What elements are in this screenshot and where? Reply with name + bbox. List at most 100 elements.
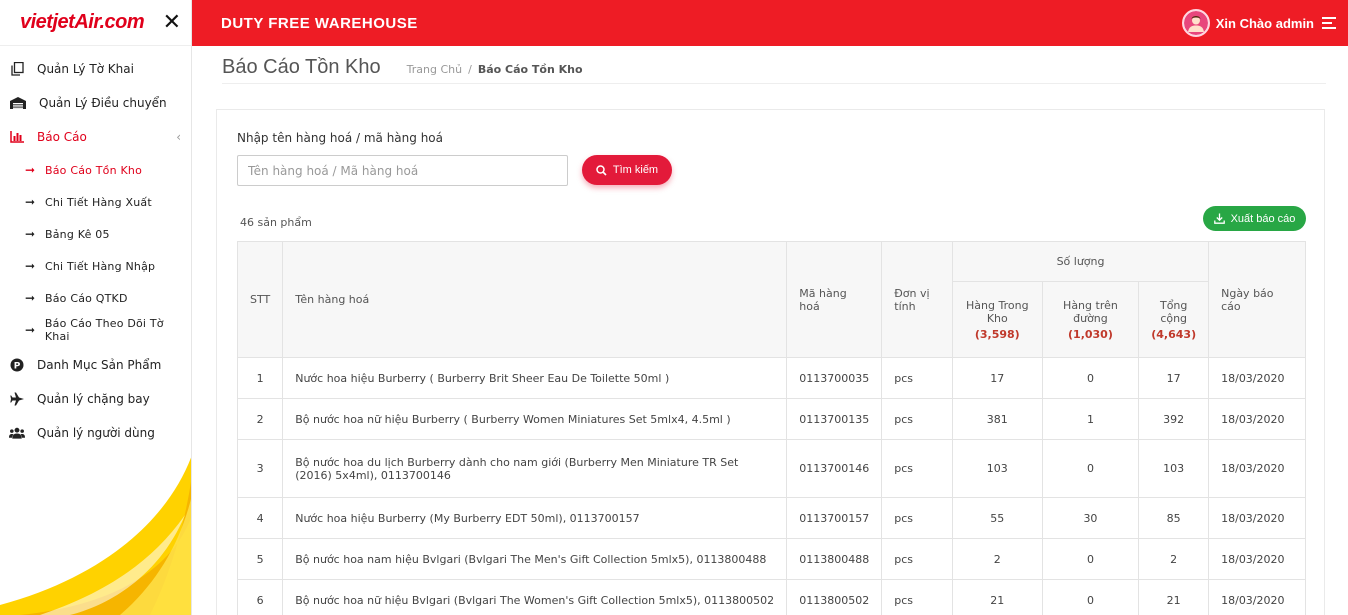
cell-total: 392 <box>1138 398 1210 440</box>
inventory-table: STT Tên hàng hoá Mã hàng hoá Đơn vị tính… <box>236 241 1306 615</box>
header-quantity-group: Số lượng <box>951 241 1210 282</box>
sidebar-item-quan-ly-nguoi-dung[interactable]: Quản lý người dùng <box>0 416 191 450</box>
table-row: 3 Bộ nước hoa du lịch Burberry dành cho … <box>236 439 1306 498</box>
search-input[interactable] <box>237 155 568 186</box>
cell-unit: pcs <box>881 538 953 580</box>
sidebar-subitem-label: Báo Cáo Tồn Kho <box>45 163 142 177</box>
cell-total: 85 <box>1138 497 1210 539</box>
cell-unit: pcs <box>881 579 953 615</box>
sidebar-subitem-label: Bảng Kê 05 <box>45 227 110 241</box>
search-button[interactable]: Tìm kiếm <box>582 155 672 185</box>
cell-in-stock: 17 <box>951 357 1043 399</box>
sidebar-item-bao-cao[interactable]: Báo Cáo ‹ <box>0 120 191 154</box>
sidebar-subitem-bao-cao-ton-kho[interactable]: ➞ Báo Cáo Tồn Kho <box>0 154 191 186</box>
header-stt: STT <box>236 241 284 358</box>
cell-name: Bộ nước hoa nam hiệu Bvlgari (Bvlgari Th… <box>282 538 788 580</box>
cell-stt: 4 <box>236 497 284 539</box>
sidebar-subitem-chi-tiet-hang-xuat[interactable]: ➞ Chi Tiết Hàng Xuất <box>0 186 191 218</box>
header-in-stock-total: (3,598) <box>974 327 1020 341</box>
header-in-stock: Hàng Trong Kho (3,598) <box>951 281 1043 358</box>
cell-in-transit: 30 <box>1041 497 1140 539</box>
cell-in-stock: 103 <box>951 439 1043 498</box>
top-header: DUTY FREE WAREHOUSE Xin Chào admin <box>192 0 1348 46</box>
logo-main-text: vietjet <box>20 11 75 33</box>
sidebar-subitem-bao-cao-qtkd[interactable]: ➞ Báo Cáo QTKD <box>0 282 191 314</box>
product-count: 46 sản phẩm <box>240 216 312 229</box>
sidebar-subitem-chi-tiet-hang-nhap[interactable]: ➞ Chi Tiết Hàng Nhập <box>0 250 191 282</box>
arrow-right-icon: ➞ <box>25 227 36 241</box>
cell-code: 0113800488 <box>786 538 883 580</box>
warehouse-icon <box>9 95 27 111</box>
plane-icon <box>9 391 25 407</box>
export-button-label: Xuất báo cáo <box>1230 212 1296 225</box>
cell-code: 0113700146 <box>786 439 883 498</box>
sidebar-nav: Quản Lý Tờ Khai Quản Lý Điều chuyển Báo … <box>0 46 191 154</box>
user-menu[interactable]: Xin Chào admin <box>1181 9 1336 37</box>
sidebar-subitem-label: Chi Tiết Hàng Nhập <box>45 259 156 273</box>
header-in-stock-label: Hàng Trong Kho <box>966 298 1029 325</box>
cell-in-transit: 0 <box>1041 439 1140 498</box>
copy-icon <box>9 61 25 77</box>
header-unit: Đơn vị tính <box>881 241 953 358</box>
table-row: 4 Nước hoa hiệu Burberry (My Burberry ED… <box>236 497 1306 539</box>
brand-bar: vietjetAir.com ✕ <box>0 0 191 46</box>
cell-code: 0113700135 <box>786 398 883 440</box>
vietjet-logo[interactable]: vietjetAir.com <box>20 11 145 34</box>
header-total: Tổng cộng (4,643) <box>1138 281 1210 358</box>
cell-code: 0113700157 <box>786 497 883 539</box>
sidebar-subitem-label: Báo Cáo Theo Dõi Tờ Khai <box>44 317 164 343</box>
cell-stt: 6 <box>236 579 284 615</box>
header-total-label: Tổng cộng <box>1159 298 1188 325</box>
page-header: Báo Cáo Tồn Kho Trang Chủ / Báo Cáo Tồn Kh… <box>222 56 1326 84</box>
table-row: 2 Bộ nước hoa nữ hiệu Burberry ( Burberr… <box>236 398 1306 440</box>
logo-air-text: Air <box>74 11 100 33</box>
header-name: Tên hàng hoá <box>282 241 788 358</box>
sidebar-submenu: ➞ Báo Cáo Tồn Kho ➞ Chi Tiết Hàng Xuất ➞ Bả… <box>0 154 191 346</box>
arrow-right-icon: ➞ <box>25 163 36 177</box>
sidebar-subitem-label: Báo Cáo QTKD <box>45 291 128 305</box>
cell-in-stock: 21 <box>951 579 1043 615</box>
search-button-label: Tìm kiếm <box>612 164 659 176</box>
sidebar-subitem-bao-cao-theo-doi-to-khai[interactable]: ➞ Báo Cáo Theo Dõi Tờ Khai <box>0 314 191 346</box>
bar-chart-icon <box>9 129 25 145</box>
header-in-transit-total: (1,030) <box>1068 327 1113 341</box>
svg-text:P: P <box>14 362 21 372</box>
sidebar-nav-bottom: P Danh Mục Sản Phẩm Quản lý chặng bay Qu… <box>0 346 191 450</box>
table-row: 6 Bộ nước hoa nữ hiệu Bvlgari (Bvlgari T… <box>236 579 1306 615</box>
sidebar-item-danh-muc-san-pham[interactable]: P Danh Mục Sản Phẩm <box>0 348 191 382</box>
breadcrumb-home[interactable]: Trang Chủ <box>407 63 462 76</box>
arrow-right-icon: ➞ <box>25 195 36 209</box>
sidebar-item-quan-ly-chang-bay[interactable]: Quản lý chặng bay <box>0 382 191 416</box>
cell-name: Bộ nước hoa nữ hiệu Burberry ( Burberry … <box>282 398 788 440</box>
cell-in-transit: 0 <box>1041 579 1140 615</box>
sidebar-subitem-bang-ke-05[interactable]: ➞ Bảng Kê 05 <box>0 218 191 250</box>
avatar[interactable] <box>1181 9 1210 37</box>
arrow-right-icon: ➞ <box>25 259 36 273</box>
cell-unit: pcs <box>881 398 953 440</box>
brand-swoosh-decoration <box>0 457 191 615</box>
export-report-button[interactable]: Xuất báo cáo <box>1203 206 1306 231</box>
cell-in-stock: 2 <box>951 538 1043 580</box>
sidebar-subitem-label: Chi Tiết Hàng Xuất <box>45 195 152 209</box>
cell-date: 18/03/2020 <box>1208 357 1306 399</box>
cell-unit: pcs <box>881 497 953 539</box>
cell-stt: 1 <box>236 357 284 399</box>
cell-in-transit: 1 <box>1041 398 1140 440</box>
header-in-transit: Hàng trên đường (1,030) <box>1041 281 1140 358</box>
close-sidebar-icon[interactable]: ✕ <box>163 11 181 34</box>
hamburger-menu-icon[interactable] <box>1322 14 1336 32</box>
header-date: Ngày báo cáo <box>1208 241 1306 358</box>
cell-stt: 3 <box>236 439 284 498</box>
cell-in-transit: 0 <box>1041 538 1140 580</box>
cell-stt: 2 <box>236 398 284 440</box>
cell-unit: pcs <box>881 357 953 399</box>
header-code: Mã hàng hoá <box>786 241 883 358</box>
cell-in-stock: 55 <box>951 497 1043 539</box>
sidebar-item-quan-ly-to-khai[interactable]: Quản Lý Tờ Khai <box>0 52 191 86</box>
sidebar: vietjetAir.com ✕ Quản Lý Tờ Khai Quản Lý… <box>0 0 192 615</box>
cell-name: Nước hoa hiệu Burberry ( Burberry Brit S… <box>282 357 788 399</box>
search-label: Nhập tên hàng hoá / mã hàng hoá <box>237 131 443 145</box>
cell-in-transit: 0 <box>1041 357 1140 399</box>
sidebar-item-quan-ly-dieu-chuyen[interactable]: Quản Lý Điều chuyển <box>0 86 191 120</box>
cell-total: 103 <box>1138 439 1210 498</box>
